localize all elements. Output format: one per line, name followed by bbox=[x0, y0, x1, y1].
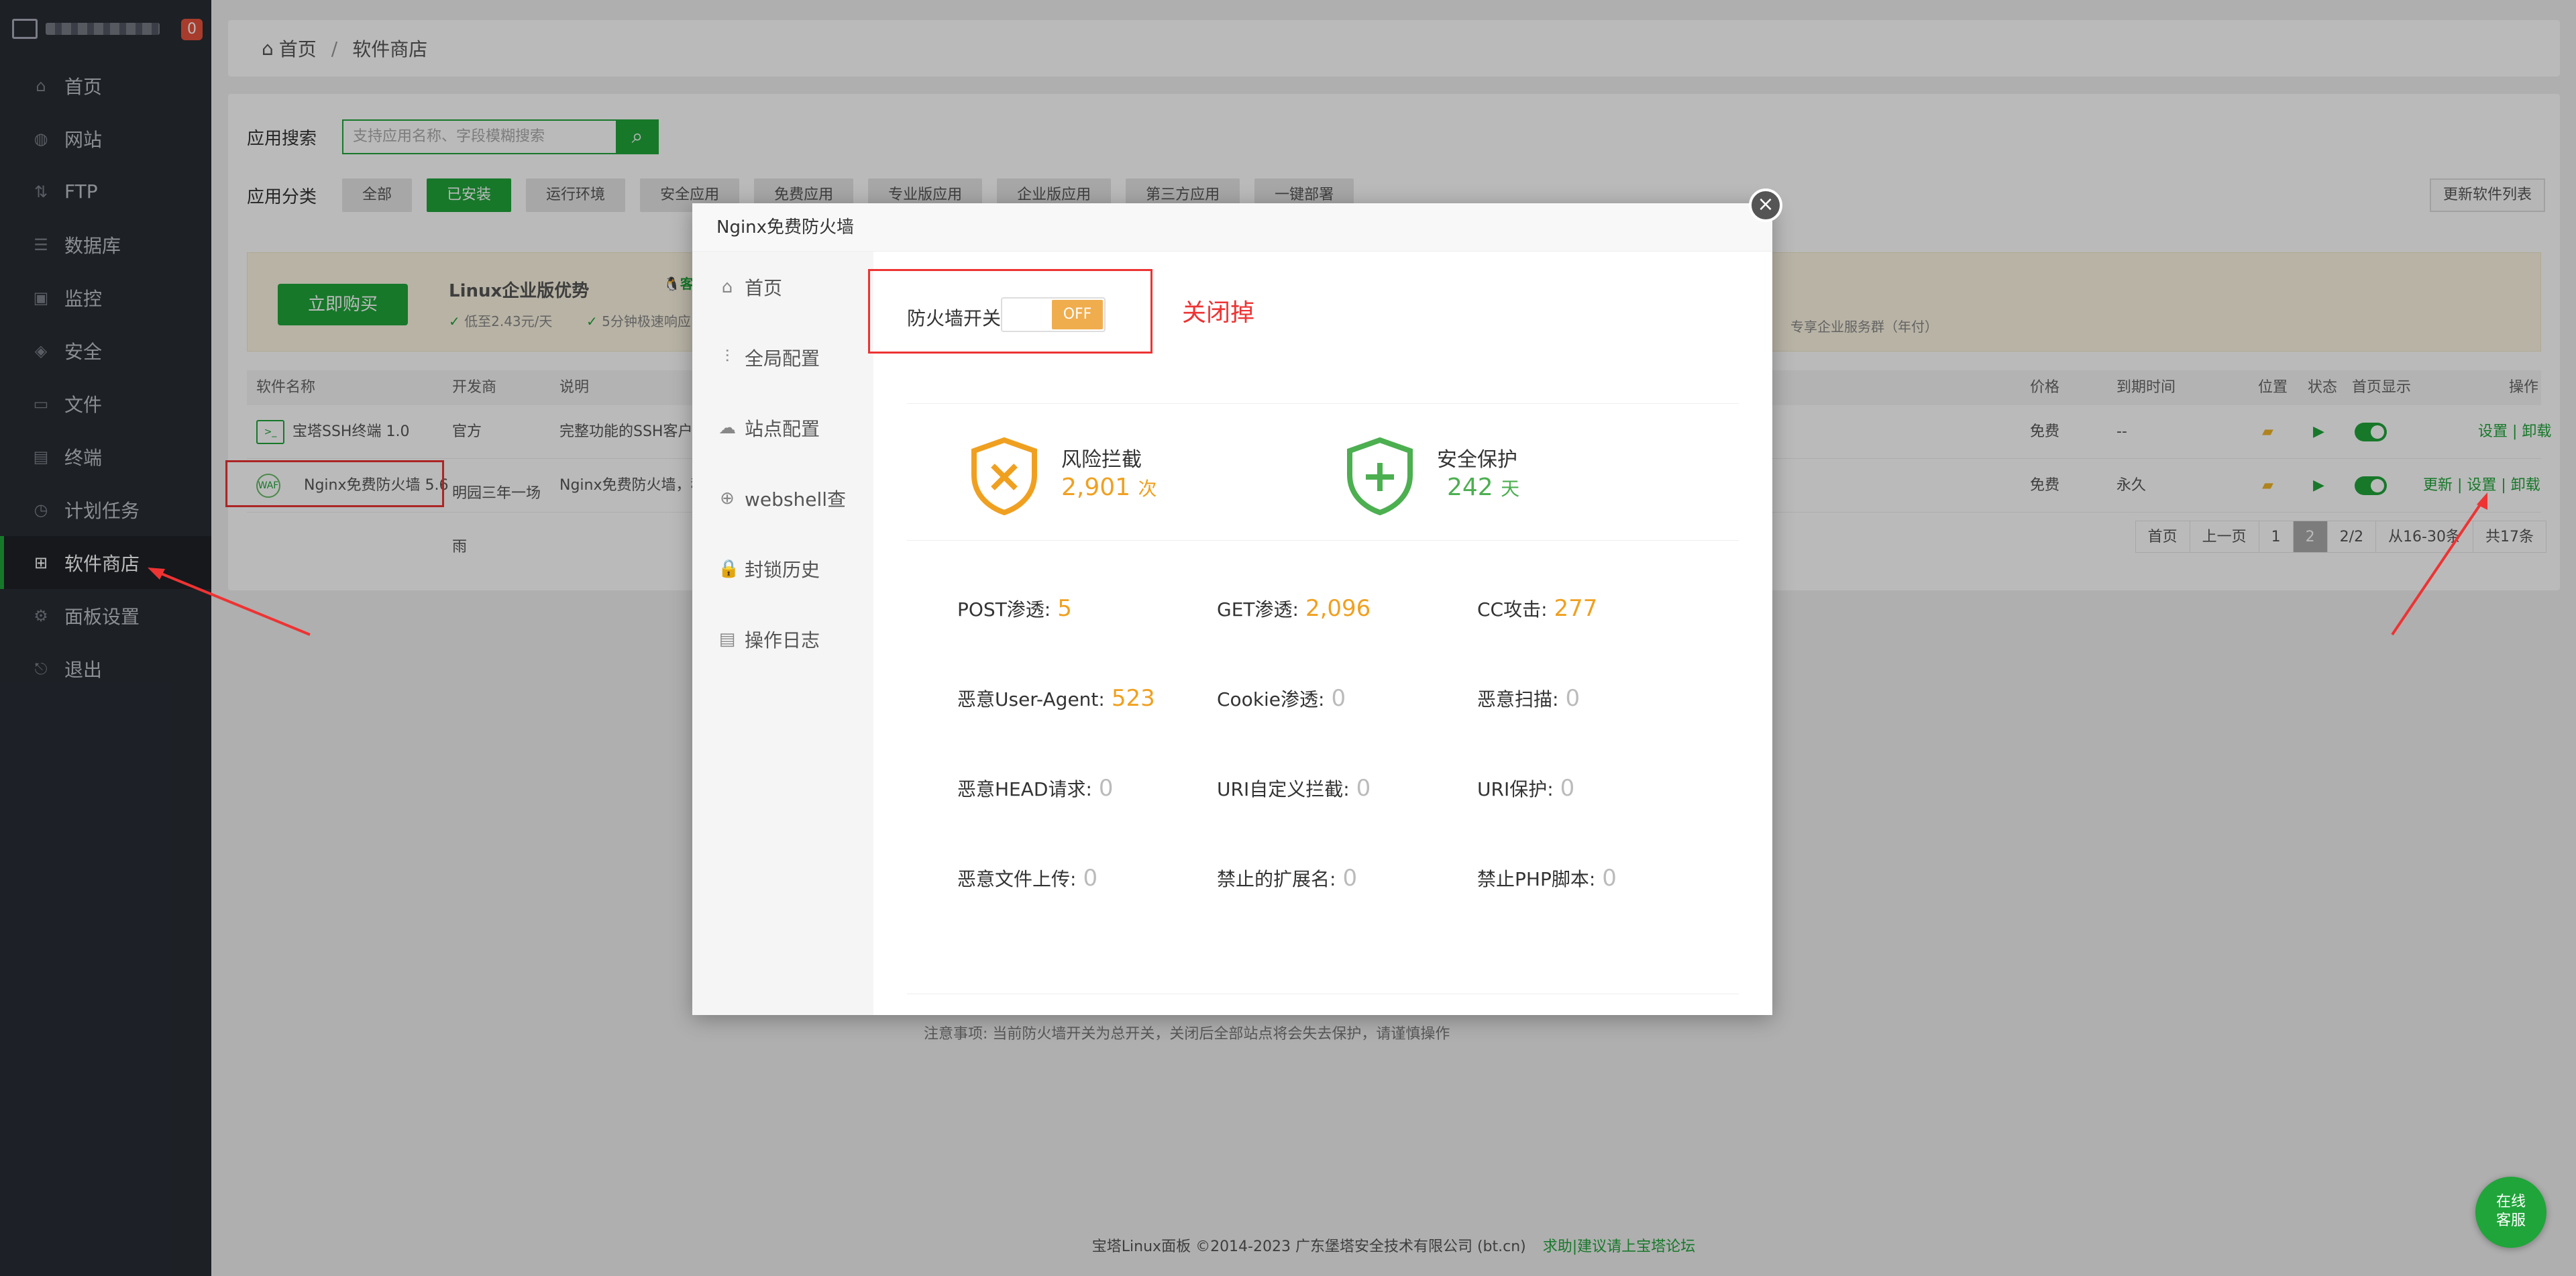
crosshair-icon: ⊕ bbox=[720, 488, 735, 509]
metric-upload: 恶意文件上传: 0 bbox=[957, 865, 1098, 892]
firewall-modal: Nginx免费防火墙 × ⌂ 首页 ⫶ 全局配置 ☁ 站点配置 ⊕ webshell查 … bbox=[692, 189, 1782, 1043]
nav-item-webshell[interactable]: ⊕ webshell查 bbox=[692, 463, 873, 533]
stat-value: 242 天 bbox=[1447, 474, 1520, 501]
divider bbox=[907, 403, 1739, 404]
metric-uri-protect: URI保护: 0 bbox=[1477, 775, 1575, 802]
metric-post: POST渗透: 5 bbox=[957, 595, 1072, 622]
nav-item-home[interactable]: ⌂ 首页 bbox=[692, 252, 873, 322]
shield-x-icon bbox=[971, 437, 1037, 515]
metric-scan: 恶意扫描: 0 bbox=[1477, 685, 1580, 712]
metric-head: 恶意HEAD请求: 0 bbox=[957, 775, 1114, 802]
metric-php: 禁止PHP脚本: 0 bbox=[1477, 865, 1617, 892]
modal-body: 防火墙开关 OFF 关闭掉 风险拦截 2,901 次 安全保护 242 天 PO… bbox=[868, 252, 1772, 1043]
metric-user-agent: 恶意User-Agent: 523 bbox=[957, 685, 1155, 712]
lock-icon: 🔒 bbox=[718, 558, 740, 579]
nav-item-logs[interactable]: ▤ 操作日志 bbox=[692, 604, 873, 674]
stat-value: 2,901 次 bbox=[1061, 474, 1157, 501]
nav-item-block-history[interactable]: 🔒 封锁历史 bbox=[692, 533, 873, 604]
modal-title: Nginx免费防火墙 bbox=[692, 203, 1772, 252]
online-service-button[interactable]: 在线 客服 bbox=[2475, 1177, 2546, 1248]
metric-cc: CC攻击: 277 bbox=[1477, 595, 1598, 622]
sliders-icon: ⫶ bbox=[724, 347, 730, 367]
metric-uri-custom: URI自定义拦截: 0 bbox=[1217, 775, 1371, 802]
home-icon: ⌂ bbox=[721, 276, 733, 297]
shield-plus-icon bbox=[1347, 437, 1413, 515]
firewall-switch-label: 防火墙开关 bbox=[907, 307, 1002, 329]
divider bbox=[907, 540, 1739, 541]
clipboard-icon: ▤ bbox=[718, 629, 736, 649]
metric-get: GET渗透: 2,096 bbox=[1217, 595, 1371, 622]
metric-cookie: Cookie渗透: 0 bbox=[1217, 685, 1346, 712]
close-icon[interactable]: × bbox=[1749, 189, 1782, 222]
stat-title: 风险拦截 bbox=[1061, 448, 1142, 472]
nav-item-global[interactable]: ⫶ 全局配置 bbox=[692, 322, 873, 392]
switch-state: OFF bbox=[1052, 300, 1103, 329]
firewall-switch[interactable]: OFF bbox=[1001, 297, 1106, 332]
stat-title: 安全保护 bbox=[1437, 448, 1517, 472]
annotation-text: 关闭掉 bbox=[1182, 299, 1255, 327]
modal-note: 注意事项: 当前防火墙开关为总开关，关闭后全部站点将会失去保护，请谨慎操作 bbox=[924, 1026, 1450, 1043]
cloud-icon: ☁ bbox=[718, 417, 736, 438]
metric-ext: 禁止的扩展名: 0 bbox=[1217, 865, 1358, 892]
modal-nav: ⌂ 首页 ⫶ 全局配置 ☁ 站点配置 ⊕ webshell查 🔒 封锁历史 ▤ 操作日志 bbox=[692, 252, 873, 1015]
nav-item-site[interactable]: ☁ 站点配置 bbox=[692, 392, 873, 463]
